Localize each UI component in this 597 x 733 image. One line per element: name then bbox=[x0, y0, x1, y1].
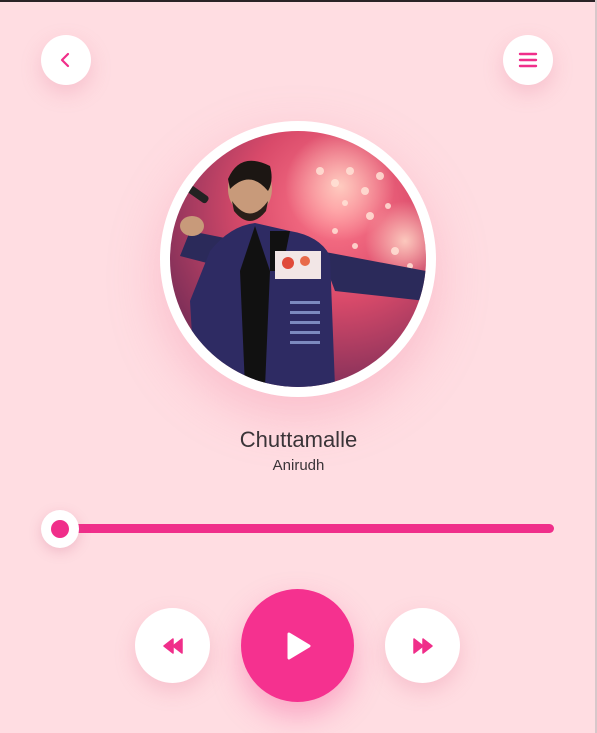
artist-name: Anirudh bbox=[272, 457, 325, 474]
play-button[interactable] bbox=[241, 589, 354, 702]
back-button[interactable] bbox=[41, 35, 91, 85]
song-title: Chuttamalle bbox=[239, 427, 358, 452]
progress-thumb-dot bbox=[51, 520, 69, 538]
album-art bbox=[170, 131, 426, 387]
play-icon bbox=[287, 632, 310, 659]
artist-photo bbox=[170, 131, 426, 387]
fast-forward-icon bbox=[412, 637, 433, 654]
album-art-frame bbox=[160, 121, 436, 397]
fast-forward-button[interactable] bbox=[385, 608, 460, 683]
hamburger-menu-icon bbox=[518, 52, 538, 68]
rewind-icon bbox=[162, 637, 183, 654]
menu-button[interactable] bbox=[503, 35, 553, 85]
chevron-left-icon bbox=[60, 52, 70, 68]
rewind-button[interactable] bbox=[135, 608, 210, 683]
progress-track[interactable] bbox=[55, 524, 554, 533]
window-top-border bbox=[0, 0, 597, 2]
progress-thumb[interactable] bbox=[41, 510, 79, 548]
